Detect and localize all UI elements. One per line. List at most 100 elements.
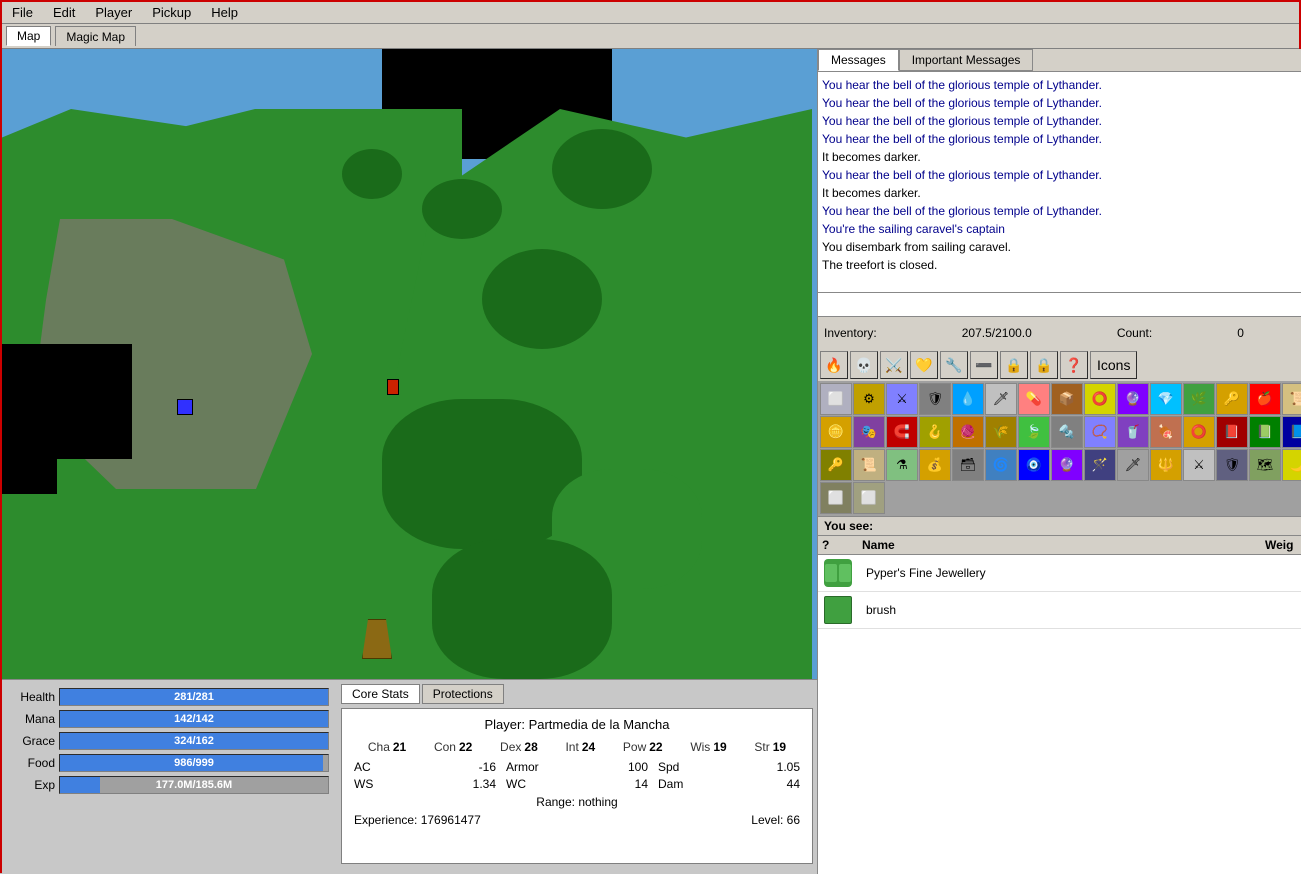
inventory-slot[interactable]: 🎭 xyxy=(853,416,885,448)
menu-file[interactable]: File xyxy=(6,4,39,21)
attributes-row: Cha 21 Con 22 Dex 28 Int 24 Pow 22 Wis 1… xyxy=(354,740,800,754)
grace-label: Grace xyxy=(10,734,55,748)
inv-btn-minus[interactable]: ➖ xyxy=(970,351,998,379)
inventory-slot[interactable]: ⭕ xyxy=(1183,416,1215,448)
inv-btn-sword[interactable]: ⚔️ xyxy=(880,351,908,379)
inventory-slot[interactable]: 📜 xyxy=(853,449,885,481)
inventory-slot[interactable]: 🪝 xyxy=(919,416,951,448)
menu-player[interactable]: Player xyxy=(89,4,138,21)
messages-content[interactable]: You hear the bell of the glorious temple… xyxy=(818,72,1301,292)
message-line: It becomes darker. xyxy=(822,148,1301,166)
inventory-slot[interactable]: ⚗ xyxy=(886,449,918,481)
inventory-slot[interactable]: 💧 xyxy=(952,383,984,415)
tab-map[interactable]: Map xyxy=(6,26,51,46)
inventory-slot[interactable]: 🌿 xyxy=(1183,383,1215,415)
message-line: The treefort is closed. xyxy=(822,256,1301,274)
inv-btn-lock2[interactable]: 🔒 xyxy=(1030,351,1058,379)
inventory-slot[interactable]: ⚙ xyxy=(853,383,885,415)
inventory-slot[interactable]: 🪙 xyxy=(820,416,852,448)
message-input-area xyxy=(818,292,1301,316)
menu-pickup[interactable]: Pickup xyxy=(146,4,197,21)
inventory-slot[interactable]: 🔱 xyxy=(1150,449,1182,481)
mana-value: 142/142 xyxy=(60,711,328,727)
inventory-slot[interactable]: ⚔ xyxy=(1183,449,1215,481)
inventory-slot[interactable]: 🔑 xyxy=(820,449,852,481)
grace-value: 324/162 xyxy=(60,733,328,749)
inv-btn-icons[interactable]: Icons xyxy=(1090,351,1137,379)
inventory-slot[interactable]: 🗡 xyxy=(1117,449,1149,481)
exp-value: 177.0M/185.6M xyxy=(60,777,328,793)
inventory-slot[interactable]: 🍖 xyxy=(1150,416,1182,448)
inventory-slot[interactable]: 🍎 xyxy=(1249,383,1281,415)
you-see-table: ? Name Weig Pyper's Fine Jewellerybrush xyxy=(818,536,1301,874)
level-text: Level: 66 xyxy=(751,813,800,827)
health-bar: 281/281 xyxy=(59,688,329,706)
menu-edit[interactable]: Edit xyxy=(47,4,81,21)
tab-important-messages[interactable]: Important Messages xyxy=(899,49,1034,71)
you-see-items: Pyper's Fine Jewellerybrush xyxy=(818,555,1301,629)
inventory-slot[interactable]: ⚔ xyxy=(886,383,918,415)
inv-btn-gold[interactable]: 💛 xyxy=(910,351,938,379)
see-item-row[interactable]: Pyper's Fine Jewellery xyxy=(818,555,1301,592)
inventory-slot[interactable]: 💰 xyxy=(919,449,951,481)
tab-protections[interactable]: Protections xyxy=(422,684,504,704)
inv-btn-lock1[interactable]: 🔒 xyxy=(1000,351,1028,379)
inventory-slot[interactable]: 🧿 xyxy=(1018,449,1050,481)
see-item-icon xyxy=(822,594,854,626)
right-panel: Messages Important Messages You hear the… xyxy=(817,49,1301,874)
menu-help[interactable]: Help xyxy=(205,4,244,21)
inventory-slot[interactable]: ⬜ xyxy=(820,482,852,514)
vitals-panel: Health 281/281 Mana 142/142 Grace xyxy=(2,680,337,874)
inventory-slot[interactable]: 🍃 xyxy=(1018,416,1050,448)
grace-bar: 324/162 xyxy=(59,732,329,750)
inventory-slot[interactable]: 🔑 xyxy=(1216,383,1248,415)
food-bar: 986/999 xyxy=(59,754,329,772)
inv-btn-question[interactable]: ❓ xyxy=(1060,351,1088,379)
inventory-header: Inventory: 207.5/2100.0 Count: 0 ▲ ▼ xyxy=(818,317,1301,349)
inventory-slot[interactable]: 🌾 xyxy=(985,416,1017,448)
messages-area: Messages Important Messages You hear the… xyxy=(818,49,1301,317)
message-line: You're the sailing caravel's captain xyxy=(822,220,1301,238)
inventory-slot[interactable]: ⭕ xyxy=(1084,383,1116,415)
inventory-slot[interactable]: 🧲 xyxy=(886,416,918,448)
inventory-slot[interactable]: ⬜ xyxy=(820,383,852,415)
count-value: 0 xyxy=(1237,326,1244,340)
inventory-slot[interactable]: 🗺 xyxy=(1249,449,1281,481)
message-line: You hear the bell of the glorious temple… xyxy=(822,76,1301,94)
food-label: Food xyxy=(10,756,55,770)
tab-messages[interactable]: Messages xyxy=(818,49,899,71)
inventory-slot[interactable]: ⬜ xyxy=(853,482,885,514)
inventory-area: Inventory: 207.5/2100.0 Count: 0 ▲ ▼ 🔥 💀… xyxy=(818,317,1301,517)
inventory-slot[interactable]: 🔮 xyxy=(1051,449,1083,481)
inventory-slot[interactable]: 🪄 xyxy=(1084,449,1116,481)
inventory-slot[interactable]: 📜 xyxy=(1282,383,1301,415)
inventory-slot[interactable]: 📘 xyxy=(1282,416,1301,448)
inventory-slot[interactable]: 🗃 xyxy=(952,449,984,481)
inventory-slot[interactable]: 💎 xyxy=(1150,383,1182,415)
inventory-slot[interactable]: 🔩 xyxy=(1051,416,1083,448)
inventory-slot[interactable]: 📗 xyxy=(1249,416,1281,448)
inv-btn-skull[interactable]: 💀 xyxy=(850,351,878,379)
inventory-slot[interactable]: 📦 xyxy=(1051,383,1083,415)
inv-btn-food[interactable]: 🔥 xyxy=(820,351,848,379)
inventory-slot[interactable]: 🛡 xyxy=(919,383,951,415)
inventory-slot[interactable]: 🛡 xyxy=(1216,449,1248,481)
inventory-slot[interactable]: 💊 xyxy=(1018,383,1050,415)
inventory-slot[interactable]: 📿 xyxy=(1084,416,1116,448)
see-item-row[interactable]: brush xyxy=(818,592,1301,629)
inventory-slot[interactable]: 📕 xyxy=(1216,416,1248,448)
exp-bar: 177.0M/185.6M xyxy=(59,776,329,794)
see-table-header: ? Name Weig xyxy=(818,536,1301,555)
inv-btn-magic[interactable]: 🔧 xyxy=(940,351,968,379)
inventory-slot[interactable]: 🗡 xyxy=(985,383,1017,415)
game-map[interactable] xyxy=(2,49,817,679)
message-line: You hear the bell of the glorious temple… xyxy=(822,166,1301,184)
combat-stats-grid: AC-16 Armor100 Spd1.05 WS1.34 WC14 xyxy=(354,760,800,791)
inventory-slot[interactable]: 🌙 xyxy=(1282,449,1301,481)
tab-magic-map[interactable]: Magic Map xyxy=(55,26,136,46)
inventory-slot[interactable]: 🔮 xyxy=(1117,383,1149,415)
inventory-slot[interactable]: 🌀 xyxy=(985,449,1017,481)
tab-core-stats[interactable]: Core Stats xyxy=(341,684,420,704)
inventory-slot[interactable]: 🥤 xyxy=(1117,416,1149,448)
inventory-slot[interactable]: 🧶 xyxy=(952,416,984,448)
